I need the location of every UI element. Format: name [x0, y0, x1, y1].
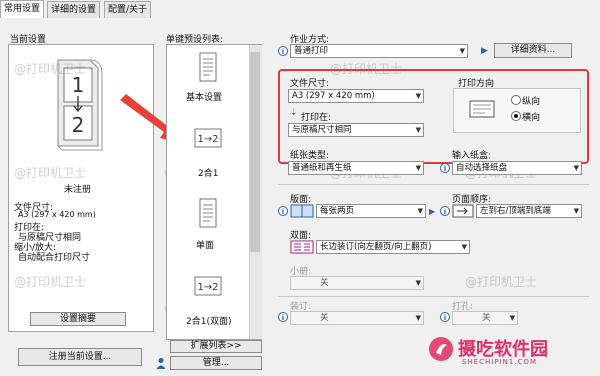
duplex-select[interactable]: 长边装订(向左翻页/向上翻页) ▼	[316, 240, 470, 254]
svg-text:1→2: 1→2	[197, 282, 218, 293]
summary-line: A3 (297 x 420 mm)	[18, 210, 96, 219]
preset-basic[interactable]: 基本设置	[170, 48, 246, 112]
info-icon[interactable]: i	[440, 163, 450, 173]
page-order-icon	[452, 204, 474, 218]
preset-2in1-duplex[interactable]: 1→2 2合1(双面)	[170, 270, 246, 328]
tab-bar: 常用设置 详细的设置 配置/关于	[0, 0, 600, 19]
settings-panel: 当前设置 1 2 未注册 文件尺寸: A3 (297 x 420 mm) 打印在…	[0, 18, 600, 376]
preset-2in1[interactable]: 1→2 2合1	[170, 122, 246, 180]
svg-text:1→2: 1→2	[197, 134, 218, 145]
svg-text:2: 2	[72, 113, 85, 137]
expand-list-button[interactable]: 扩展列表>>	[170, 340, 262, 353]
tab-detailed[interactable]: 详细的设置	[47, 1, 101, 18]
separator	[278, 184, 589, 185]
watermark: @打印机卫士	[465, 275, 538, 289]
single-side-icon	[198, 198, 218, 228]
document-preview: 1 2	[48, 54, 108, 154]
manage-button[interactable]: 管理...	[170, 356, 262, 370]
duplex-icon	[290, 240, 314, 254]
info-icon[interactable]: i	[278, 206, 288, 216]
svg-text:1: 1	[72, 73, 85, 97]
scrollbar-thumb[interactable]	[250, 52, 260, 252]
user-icon	[156, 357, 166, 369]
arrow-down-icon: ⇣	[290, 108, 298, 118]
play-icon: ▶	[481, 46, 488, 56]
details-button[interactable]: 详细资料...	[494, 43, 572, 58]
landscape-page-icon	[468, 95, 496, 125]
portrait-radio[interactable]	[511, 95, 521, 105]
paper-source-label: 输入纸盒:	[452, 151, 492, 161]
printer-icon	[198, 52, 218, 82]
tab-config[interactable]: 配置/关于	[104, 1, 152, 18]
page-order-select[interactable]: 左到右/顶端到底端 ▼	[476, 204, 582, 218]
brand-url: SHECHIPIN1.COM	[462, 358, 537, 366]
media-type-label: 纸张类型:	[290, 151, 330, 161]
media-type-select[interactable]: 普通纸和再生纸 ▼	[288, 161, 424, 175]
booklet-select[interactable]: 关 ▼	[290, 276, 424, 290]
two-in-one-icon: 1→2	[194, 128, 222, 148]
punch-select[interactable]: 关 ▼	[452, 311, 518, 325]
register-status: 未注册	[64, 185, 92, 195]
preset-label: 单面	[196, 241, 215, 251]
paper-size-select[interactable]: A3 (297 x 420 mm) ▼	[288, 89, 424, 103]
register-current-button[interactable]: 注册当前设置...	[18, 348, 142, 366]
paper-size-label: 文件尺寸:	[290, 79, 330, 89]
settings-summary-button[interactable]: 设置摘要	[30, 312, 126, 326]
landscape-label: 横向	[522, 113, 541, 123]
preset-label: 2合1	[198, 169, 219, 179]
preset-label: 基本设置	[186, 93, 223, 103]
separator	[278, 296, 589, 297]
brand-logo-icon	[428, 336, 454, 362]
landscape-radio[interactable]	[511, 111, 521, 121]
preset-label: 2合1(双面)	[186, 317, 232, 327]
info-icon[interactable]: i	[440, 206, 450, 216]
print-on-label: 打印在:	[301, 113, 332, 123]
job-type-select[interactable]: 普通打印 ▼	[290, 44, 468, 58]
print-on-select[interactable]: 与原稿尺寸相同 ▼	[288, 123, 424, 137]
info-icon[interactable]: i	[278, 312, 288, 322]
summary-line: 自动配合打印尺寸	[18, 253, 91, 263]
tab-basic[interactable]: 常用设置	[0, 0, 45, 19]
layout-icon	[290, 204, 314, 218]
staple-select[interactable]: 关 ▼	[290, 311, 424, 325]
portrait-label: 纵向	[522, 97, 541, 107]
paper-source-select[interactable]: 自动选择纸盘 ▼	[452, 161, 582, 175]
info-icon[interactable]: i	[440, 312, 450, 322]
play-icon: ▶	[429, 207, 436, 216]
layout-select[interactable]: 每张两页 ▼	[316, 204, 426, 218]
info-icon[interactable]: i	[278, 46, 288, 56]
preset-single[interactable]: 单面	[170, 194, 246, 256]
two-in-one-duplex-icon: 1→2	[194, 276, 222, 296]
